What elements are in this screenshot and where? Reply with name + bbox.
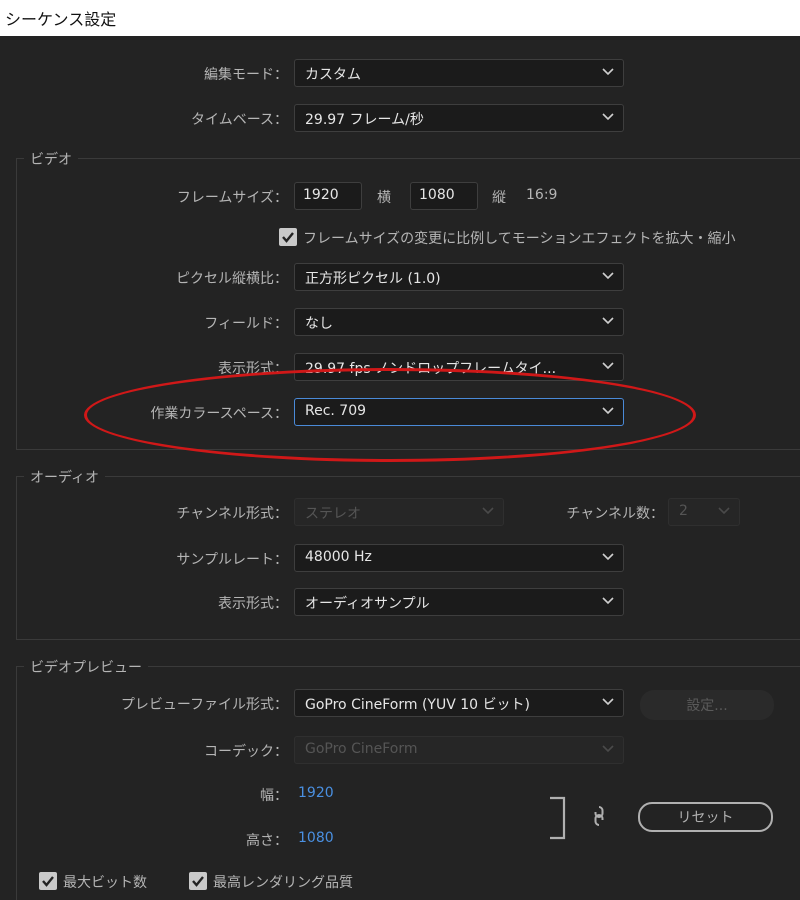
channel-format-select[interactable]: ステレオ [294, 498, 504, 526]
preview-file-format-select[interactable]: GoPro CineForm (YUV 10 ビット) [294, 689, 624, 717]
edit-mode-label: 編集モード： [204, 67, 288, 83]
fields-select[interactable]: なし [294, 308, 624, 336]
chevron-down-icon [602, 68, 614, 76]
preview-width-label: 幅： [260, 788, 288, 804]
frame-size-label: フレームサイズ： [176, 190, 288, 206]
channel-format-value: ステレオ [305, 506, 361, 522]
window-titlebar: シーケンス設定 [0, 0, 800, 36]
max-bit-depth-checkbox[interactable] [39, 872, 57, 890]
video-group-title: ビデオ [24, 149, 78, 169]
frame-width-input[interactable]: 1920 [294, 182, 362, 210]
reset-button[interactable]: リセット [638, 802, 773, 832]
chevron-down-icon [602, 317, 614, 325]
link-icon[interactable] [590, 804, 608, 828]
aspect-bracket-icon [550, 796, 566, 840]
codec-select[interactable]: GoPro CineForm [294, 736, 624, 764]
chevron-down-icon [602, 597, 614, 605]
sample-rate-label: サンプルレート： [176, 552, 288, 568]
chevron-down-icon [602, 698, 614, 706]
checkmark-icon [42, 876, 54, 887]
edit-mode-select[interactable]: カスタム [294, 59, 624, 87]
max-bit-depth-label: 最大ビット数 [63, 875, 147, 891]
chevron-down-icon [602, 553, 614, 561]
timebase-label: タイムベース： [190, 112, 288, 128]
chevron-down-icon [482, 507, 494, 515]
timebase-value: 29.97 フレーム/秒 [305, 112, 424, 128]
edit-mode-value: カスタム [305, 67, 361, 83]
pixel-aspect-select[interactable]: 正方形ピクセル (1.0) [294, 263, 624, 291]
vertical-label: 縦 [492, 190, 506, 206]
chevron-down-icon [718, 507, 730, 515]
video-preview-group-title: ビデオプレビュー [24, 657, 148, 677]
preview-height-value[interactable]: 1080 [298, 830, 334, 846]
pixel-aspect-label: ピクセル縦横比： [176, 271, 288, 287]
chevron-down-icon [602, 362, 614, 370]
codec-value: GoPro CineForm [305, 741, 418, 757]
chevron-down-icon [602, 272, 614, 280]
horizontal-label: 横 [377, 190, 391, 206]
sample-rate-value: 48000 Hz [305, 549, 372, 565]
preview-file-format-value: GoPro CineForm (YUV 10 ビット) [305, 697, 530, 713]
channel-count-label: チャンネル数： [566, 506, 664, 522]
audio-group-title: オーディオ [24, 467, 106, 487]
sample-rate-select[interactable]: 48000 Hz [294, 544, 624, 572]
audio-display-format-value: オーディオサンプル [305, 596, 430, 612]
aspect-ratio-text: 16:9 [526, 187, 558, 203]
preview-width-value[interactable]: 1920 [298, 785, 334, 801]
chevron-down-icon [602, 113, 614, 121]
channel-count-value: 2 [679, 503, 688, 519]
checkmark-icon [282, 232, 294, 243]
channel-format-label: チャンネル形式： [176, 506, 288, 522]
preview-height-label: 高さ： [246, 833, 288, 849]
timebase-select[interactable]: 29.97 フレーム/秒 [294, 104, 624, 132]
highlight-annotation-ellipse [84, 368, 696, 462]
checkmark-icon [192, 876, 204, 887]
max-render-quality-checkbox[interactable] [189, 872, 207, 890]
audio-display-format-label: 表示形式： [218, 596, 288, 612]
preview-settings-button[interactable]: 設定... [640, 690, 774, 720]
frame-height-input[interactable]: 1080 [410, 182, 478, 210]
fields-label: フィールド： [204, 316, 288, 332]
preview-file-format-label: プレビューファイル形式： [120, 697, 288, 713]
sequence-settings-panel: 編集モード： カスタム タイムベース： 29.97 フレーム/秒 ビデオ フレー… [0, 36, 800, 900]
max-render-quality-label: 最高レンダリング品質 [213, 875, 353, 891]
codec-label: コーデック： [204, 744, 288, 760]
scale-motion-checkbox[interactable] [279, 228, 297, 246]
channel-count-select[interactable]: 2 [668, 498, 740, 526]
scale-motion-checkbox-label: フレームサイズの変更に比例してモーションエフェクトを拡大・縮小 [303, 231, 736, 247]
window-title: シーケンス設定 [5, 10, 117, 29]
audio-display-format-select[interactable]: オーディオサンプル [294, 588, 624, 616]
chevron-down-icon [602, 745, 614, 753]
fields-value: なし [305, 316, 333, 332]
pixel-aspect-value: 正方形ピクセル (1.0) [305, 271, 441, 287]
